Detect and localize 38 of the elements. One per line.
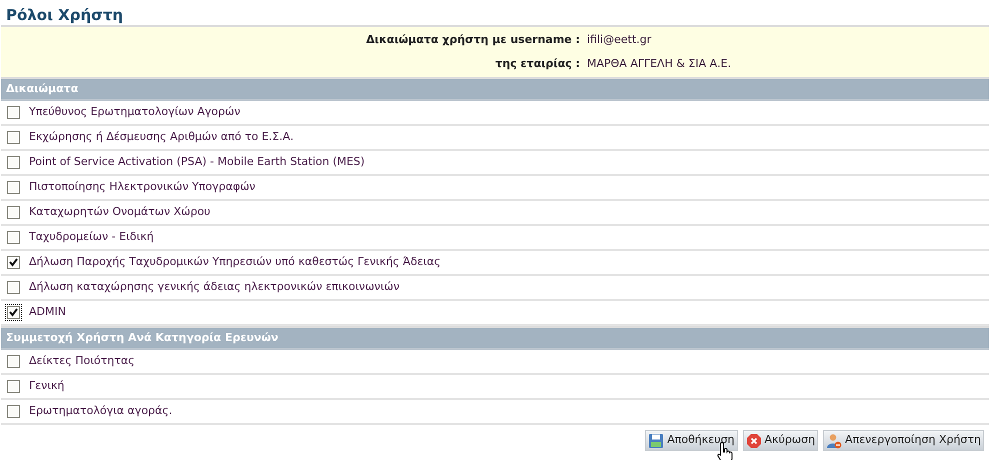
permission-label: Εκχώρησης ή Δέσμευσης Αριθμών από το Ε.Σ.Α.: [29, 129, 294, 146]
permission-label: ADMIN: [29, 304, 66, 320]
permission-label: Ταχυδρομείων - Ειδική: [29, 229, 154, 246]
checkbox[interactable]: [5, 353, 22, 370]
cancel-button[interactable]: Ακύρωση: [742, 430, 818, 451]
section-header: Δικαιώματα: [1, 77, 989, 101]
permission-label: Καταχωρητών Ονομάτων Χώρου: [29, 204, 210, 220]
permission-label: Δήλωση Παροχής Ταχυδρομικών Υπηρεσιών υπό καθεστώς Γενικής Άδειας: [29, 254, 441, 270]
permission-label: Υπεύθυνος Ερωτηματολογίων Αγορών: [29, 104, 240, 120]
info-label: της εταιρίας :: [494, 56, 580, 72]
permission-label: Point of Service Activation (PSA) - Mobile Earth Station (MES): [29, 154, 365, 170]
permission-label: Πιστοποίησης Ηλεκτρονικών Υπογραφών: [29, 179, 256, 196]
section-header: Συμμετοχή Χρήστη Ανά Κατηγορία Ερευνών: [1, 326, 989, 350]
checkbox[interactable]: [5, 229, 22, 246]
deactivate-button[interactable]: Απενεργοποίηση Χρήστη: [823, 430, 984, 451]
checkbox[interactable]: [5, 279, 22, 296]
checkbox[interactable]: [5, 378, 22, 395]
cancel-icon: [746, 432, 762, 448]
permission-label: Δήλωση καταχώρησης γενικής άδειας ηλεκτρονικών επικοινωνιών: [29, 279, 400, 296]
permission-label: Ερωτηματολόγια αγοράς.: [29, 403, 172, 420]
save-button[interactable]: Αποθήκευση: [645, 430, 738, 451]
checkbox[interactable]: [5, 104, 22, 121]
user-remove-icon: [826, 432, 842, 448]
info-label: Δικαιώματα χρήστη με username :: [365, 32, 580, 48]
checkmark-icon: [9, 308, 18, 317]
info-value: ifili@eett.gr: [587, 32, 652, 48]
checkmark-icon: [9, 258, 18, 267]
checkbox[interactable]: [5, 304, 22, 321]
permission-label: Δείκτες Ποιότητας: [29, 353, 135, 370]
checkbox[interactable]: [5, 254, 22, 271]
permission-label: Γενική: [29, 378, 64, 394]
checkbox[interactable]: [5, 179, 22, 196]
page-title: Ρόλοι Χρήστη: [5, 5, 124, 25]
checkbox[interactable]: [5, 154, 22, 171]
checkbox[interactable]: [5, 204, 22, 221]
checkbox[interactable]: [5, 403, 22, 420]
checkbox[interactable]: [5, 129, 22, 146]
info-value: ΜΑΡΘΑ ΑΓΓΕΛΗ & ΣΙΑ Α.Ε.: [587, 56, 732, 72]
